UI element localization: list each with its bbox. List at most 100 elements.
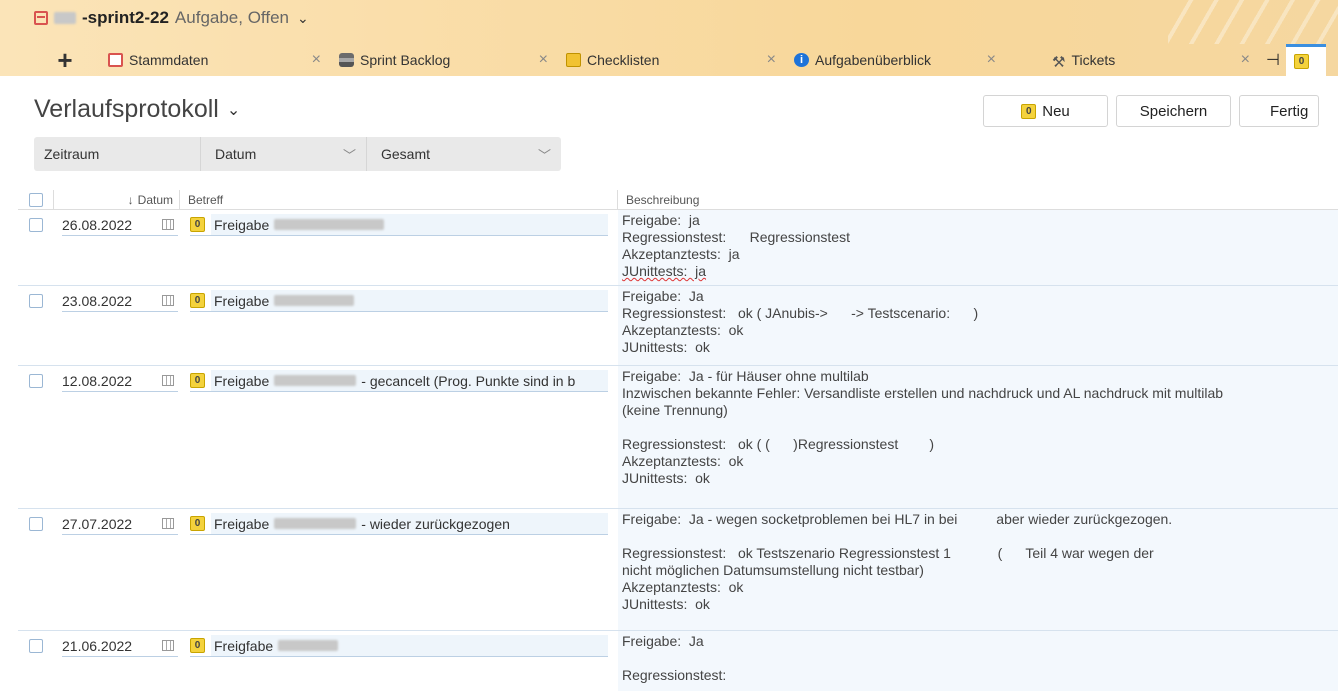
table-row[interactable]: 12.08.2022 0 Freigabe - gecancelt (Prog.… xyxy=(18,366,1338,509)
subject-suffix: - gecancelt (Prog. Punkte sind in b xyxy=(361,372,576,389)
chevron-down-icon[interactable]: ⌄ xyxy=(227,100,240,120)
tab-tickets[interactable]: ⚒ Tickets × xyxy=(1006,44,1260,76)
redacted-text xyxy=(274,219,385,230)
page-title-text: Verlaufsprotokoll xyxy=(34,95,219,123)
date-field[interactable]: 27.07.2022 xyxy=(62,513,178,535)
filter-datum-select[interactable]: Datum ﹀ xyxy=(200,137,366,171)
tab-active-partial[interactable]: 0 xyxy=(1286,44,1326,76)
save-button-label: Speichern xyxy=(1139,102,1208,120)
column-header-subject[interactable]: Betreff xyxy=(180,190,618,209)
save-button[interactable]: Speichern xyxy=(1116,95,1231,127)
table-row[interactable]: 21.06.2022 0 Freigfabe Freigabe: Ja Regr… xyxy=(18,631,1338,691)
stammdaten-icon xyxy=(108,53,123,67)
date-field[interactable]: 12.08.2022 xyxy=(62,370,178,392)
add-tab-button[interactable]: + xyxy=(30,44,100,76)
page-title[interactable]: Verlaufsprotokoll ⌄ xyxy=(34,95,240,124)
calendar-icon[interactable] xyxy=(162,219,174,230)
subject-field[interactable]: 0 Freigabe xyxy=(190,290,608,312)
log-table: ↓ Datum Betreff Beschreibung 26.08.2022 … xyxy=(18,190,1338,691)
date-field[interactable]: 26.08.2022 xyxy=(62,214,178,236)
subject-field[interactable]: 0 Freigabe - gecancelt (Prog. Punkte sin… xyxy=(190,370,608,392)
row-checkbox[interactable] xyxy=(29,517,43,531)
subject-field[interactable]: 0 Freigabe xyxy=(190,214,608,236)
close-icon[interactable]: × xyxy=(987,51,996,69)
description-line: Akzeptanztests: ok xyxy=(622,579,744,595)
done-button[interactable]: Fertig xyxy=(1239,95,1319,127)
select-all-checkbox[interactable] xyxy=(18,190,54,209)
date-value: 27.07.2022 xyxy=(62,515,133,532)
close-icon[interactable]: × xyxy=(312,51,321,69)
table-header: ↓ Datum Betreff Beschreibung xyxy=(18,190,1338,210)
chevron-down-icon[interactable]: ⌄ xyxy=(297,10,309,27)
tab-label: Aufgabenüberblick xyxy=(815,52,931,68)
date-field[interactable]: 21.06.2022 xyxy=(62,635,178,657)
window-header: -sprint2-22 Aufgabe, Offen ⌄ + Stammdate… xyxy=(0,0,1338,76)
redacted-text xyxy=(54,12,76,24)
description-line: Freigabe: Ja xyxy=(622,633,704,649)
note-icon: 0 xyxy=(190,638,205,653)
tab-checklisten[interactable]: Checklisten × xyxy=(558,44,786,76)
column-label: Beschreibung xyxy=(626,192,700,207)
row-checkbox[interactable] xyxy=(29,374,43,388)
action-bar: 0 Neu Speichern Fertig xyxy=(983,95,1319,127)
close-icon[interactable]: × xyxy=(1241,51,1250,69)
tab-stammdaten[interactable]: Stammdaten × xyxy=(100,44,331,76)
description-line: Regressionstest: Regressionstest xyxy=(622,229,850,245)
description-line: JUnittests: ok xyxy=(622,470,710,486)
calendar-icon[interactable] xyxy=(162,295,174,306)
subject-field[interactable]: 0 Freigabe - wieder zurückgezogen xyxy=(190,513,608,535)
calendar-icon[interactable] xyxy=(162,375,174,386)
description-line: JUnittests: ja xyxy=(622,263,707,279)
filter-gesamt-select[interactable]: Gesamt ﹀ xyxy=(366,137,561,171)
column-header-description[interactable]: Beschreibung xyxy=(618,190,1338,209)
subject-text: Freigabe xyxy=(214,292,270,309)
note-icon: 0 xyxy=(190,217,205,232)
description-cell[interactable]: Freigabe: Ja - wegen socketproblemen bei… xyxy=(618,509,1338,630)
tab-bar: + Stammdaten × Sprint Backlog × Checklis… xyxy=(30,44,1326,76)
description-line: Freigabe: Ja xyxy=(622,288,704,304)
description-line: Freigabe: ja xyxy=(622,212,700,228)
pin-icon[interactable]: ⊣ xyxy=(1260,44,1286,76)
tab-aufgabenueberblick[interactable]: i Aufgabenüberblick × xyxy=(786,44,1006,76)
date-field[interactable]: 23.08.2022 xyxy=(62,290,178,312)
row-checkbox[interactable] xyxy=(29,294,43,308)
description-line: (keine Trennung) xyxy=(622,402,728,418)
chevron-down-icon: ﹀ xyxy=(342,147,356,163)
description-line xyxy=(622,528,1334,545)
description-cell[interactable]: Freigabe: Ja - für Häuser ohne multilab … xyxy=(618,366,1338,508)
description-cell[interactable]: Freigabe: Ja Regressionstest: ok ( JAnub… xyxy=(618,286,1338,365)
row-checkbox[interactable] xyxy=(29,639,43,653)
tab-label: Checklisten xyxy=(587,52,660,68)
description-line: Regressionstest: ok Testszenario Regress… xyxy=(622,545,1154,561)
tab-label: Stammdaten xyxy=(129,52,209,68)
new-button[interactable]: 0 Neu xyxy=(983,95,1108,127)
tab-label: Sprint Backlog xyxy=(360,52,451,68)
close-icon[interactable]: × xyxy=(539,51,548,69)
column-header-date[interactable]: ↓ Datum xyxy=(54,190,180,209)
table-row[interactable]: 27.07.2022 0 Freigabe - wieder zurückgez… xyxy=(18,509,1338,631)
calendar-icon[interactable] xyxy=(162,640,174,651)
sort-desc-icon: ↓ xyxy=(127,192,134,207)
date-value: 26.08.2022 xyxy=(62,216,133,233)
tab-sprint-backlog[interactable]: Sprint Backlog × xyxy=(331,44,558,76)
subject-suffix: - wieder zurückgezogen xyxy=(361,515,510,532)
description-line: Regressionstest: xyxy=(622,667,727,683)
filter-label: Zeitraum xyxy=(44,146,100,162)
window-title[interactable]: -sprint2-22 Aufgabe, Offen ⌄ xyxy=(34,8,309,28)
description-cell[interactable]: Freigabe: Ja Regressionstest: xyxy=(618,631,1338,691)
description-line: Akzeptanztests: ja xyxy=(622,246,740,262)
calendar-icon[interactable] xyxy=(162,518,174,529)
column-label: Datum xyxy=(137,192,173,207)
description-line: nicht möglichen Datumsumstellung nicht t… xyxy=(622,562,924,578)
table-row[interactable]: 23.08.2022 0 Freigabe Freigabe: Ja Regre… xyxy=(18,286,1338,366)
filter-datum-value: Datum xyxy=(215,146,257,162)
row-checkbox[interactable] xyxy=(29,218,43,232)
table-row[interactable]: 26.08.2022 0 Freigabe Freigabe: ja Regre… xyxy=(18,210,1338,286)
subject-text: Freigabe xyxy=(214,216,270,233)
close-icon[interactable]: × xyxy=(767,51,776,69)
subject-field[interactable]: 0 Freigfabe xyxy=(190,635,608,657)
date-value: 21.06.2022 xyxy=(62,637,133,654)
description-cell[interactable]: Freigabe: ja Regressionstest: Regression… xyxy=(618,210,1338,285)
description-line xyxy=(622,650,1334,667)
new-button-label: Neu xyxy=(1042,102,1070,120)
